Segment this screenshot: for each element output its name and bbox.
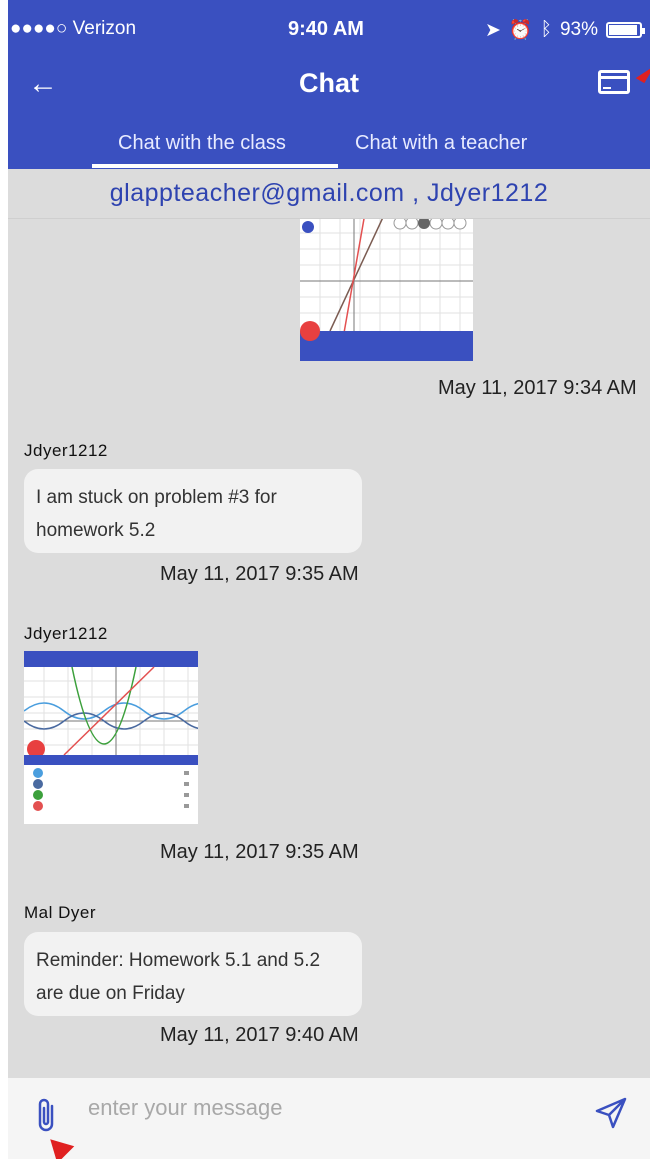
phone-screen: ●●●●○ Verizon 9:40 AM ➤ ⏰ ᛒ 93% ← Chat C…: [0, 0, 650, 1159]
active-tab-indicator: [92, 164, 338, 168]
tab-chat-with-teacher[interactable]: Chat with a teacher: [355, 132, 527, 155]
message-timestamp: May 11, 2017 9:35 AM: [160, 841, 359, 863]
message-image-graphing-calculator[interactable]: [24, 651, 198, 824]
credit-card-icon[interactable]: [598, 70, 630, 94]
status-bar: ●●●●○ Verizon 9:40 AM ➤ ⏰ ᛒ 93%: [8, 12, 650, 48]
message-timestamp: May 11, 2017 9:34 AM: [438, 377, 637, 399]
message-sender: Mal Dyer: [24, 903, 97, 922]
message-sender: Jdyer1212: [24, 624, 108, 643]
location-icon: ➤: [484, 19, 501, 41]
message-composer: [8, 1078, 650, 1159]
message-timestamp: May 11, 2017 9:35 AM: [160, 563, 359, 585]
message-timestamp: May 11, 2017 9:40 AM: [160, 1024, 359, 1046]
message-image-graph[interactable]: [300, 219, 473, 361]
message-bubble[interactable]: I am stuck on problem #3 for homework 5.…: [24, 469, 362, 553]
message-sender: Jdyer1212: [24, 441, 108, 460]
tab-chat-with-class[interactable]: Chat with the class: [118, 132, 286, 155]
battery-percent: 93%: [559, 19, 598, 40]
status-time: 9:40 AM: [288, 18, 364, 40]
alarm-icon: ⏰: [508, 20, 533, 41]
message-bubble[interactable]: Reminder: Homework 5.1 and 5.2 are due o…: [24, 932, 362, 1016]
message-list[interactable]: May 11, 2017 9:34 AM Jdyer1212 I am stuc…: [8, 219, 650, 1078]
chat-tabs: Chat with the class Chat with a teacher: [8, 122, 650, 169]
participants-list: glappteacher@gmail.com , Jdyer1212: [8, 169, 650, 219]
bluetooth-icon: ᛒ: [540, 19, 552, 40]
carrier-label: ●●●●○ Verizon: [10, 18, 137, 39]
send-icon[interactable]: [594, 1096, 628, 1130]
page-title: Chat: [299, 68, 359, 98]
title-bar: ← Chat: [8, 58, 650, 110]
status-right: ➤ ⏰ ᛒ 93%: [484, 18, 645, 42]
app-header: ●●●●○ Verizon 9:40 AM ➤ ⏰ ᛒ 93% ← Chat C…: [8, 0, 650, 169]
message-input[interactable]: [88, 1088, 568, 1128]
paperclip-icon[interactable]: [34, 1096, 58, 1134]
battery-icon: [606, 22, 645, 38]
